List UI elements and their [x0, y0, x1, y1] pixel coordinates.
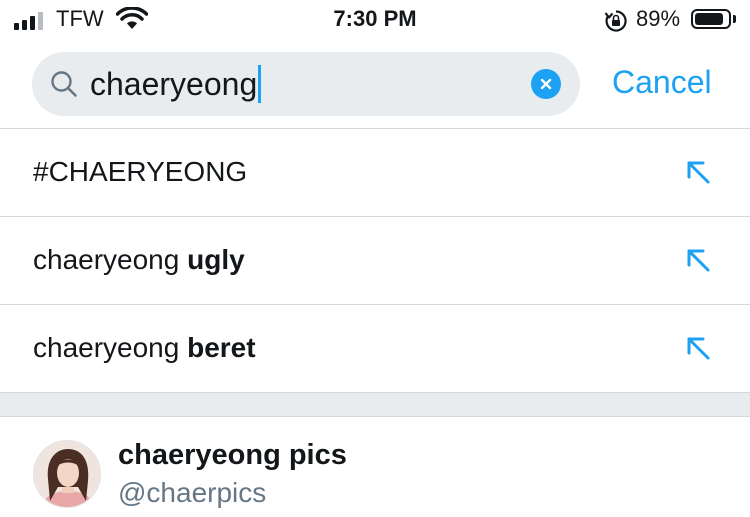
search-input[interactable]: chaeryeong [90, 64, 262, 104]
search-icon [51, 71, 77, 97]
cancel-button[interactable]: Cancel [612, 64, 712, 101]
battery-level-fill [695, 13, 723, 25]
section-separator [0, 393, 750, 416]
clear-x-icon [540, 78, 552, 90]
suggestion-item[interactable]: chaeryeong beret [0, 306, 750, 392]
divider [0, 304, 750, 305]
rotation-lock-icon [604, 10, 627, 32]
battery-icon [691, 9, 731, 29]
account-name: chaeryeong pics [118, 439, 347, 471]
battery-percent: 89% [636, 6, 681, 31]
suggestion-text: #CHAERYEONG [33, 156, 248, 187]
suggestion-item[interactable]: #CHAERYEONG [0, 130, 750, 216]
divider [0, 216, 750, 217]
battery-terminal [733, 15, 736, 23]
status-bar: TFW 7:30 PM 89% [0, 0, 750, 40]
suggestion-text: chaeryeong ugly [33, 244, 245, 275]
account-handle: @chaerpics [118, 477, 267, 508]
search-bar[interactable]: chaeryeong [32, 52, 580, 116]
arrow-up-left-icon[interactable] [684, 334, 714, 364]
search-query-text: chaeryeong [90, 66, 258, 102]
arrow-up-left-icon[interactable] [684, 158, 714, 188]
avatar[interactable] [33, 440, 101, 508]
clear-search-button[interactable] [531, 69, 561, 99]
arrow-up-left-icon[interactable] [684, 246, 714, 276]
profile-photo [34, 441, 100, 507]
text-cursor [258, 65, 262, 103]
suggestion-item[interactable]: chaeryeong ugly [0, 218, 750, 304]
account-result[interactable]: chaeryeong pics @chaerpics [0, 417, 750, 517]
divider [0, 128, 750, 129]
suggestion-text: chaeryeong beret [33, 332, 256, 363]
